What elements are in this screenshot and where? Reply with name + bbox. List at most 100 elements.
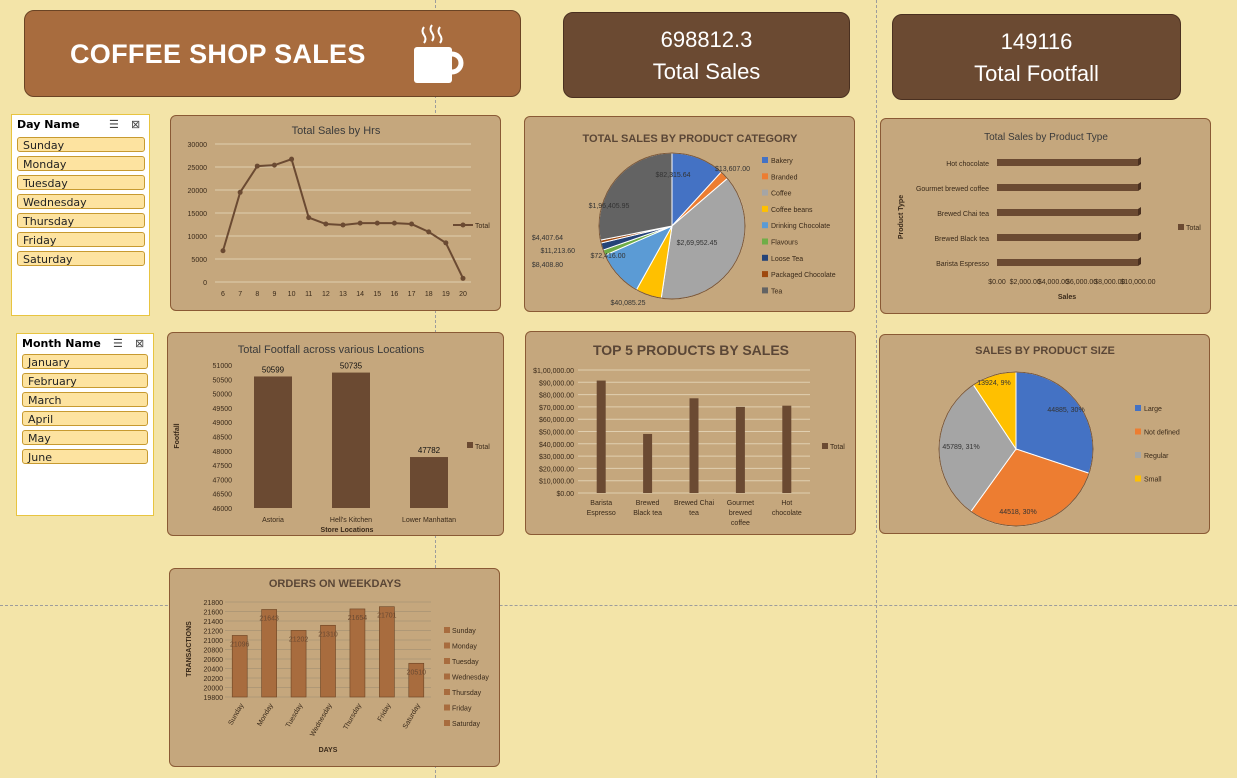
legend-swatch [762, 173, 768, 180]
multi-select-icon[interactable]: ☰ [113, 337, 123, 350]
x-tick-label: Wednesday [309, 702, 334, 738]
clear-filter-icon[interactable]: ⊠ [131, 118, 140, 131]
data-point [340, 222, 346, 228]
bar [997, 234, 1138, 241]
chart-sales-by-category: TOTAL SALES BY PRODUCT CATEGORY $82,315.6… [532, 133, 836, 307]
chart-card-footfall: Total Footfall across various Locations 4… [167, 332, 504, 536]
kpi-value: 149116 [1000, 29, 1073, 54]
bar [261, 609, 277, 698]
clear-filter-icon[interactable]: ⊠ [135, 337, 144, 350]
y-tick-label: 50000 [213, 392, 233, 399]
bar [643, 433, 653, 493]
slicer-item-monday[interactable]: Monday [17, 156, 145, 171]
bar-depth [1138, 232, 1141, 241]
day-name-slicer[interactable]: Day Name ☰ ⊠ Sunday Monday Tuesday Wedne… [11, 114, 150, 316]
x-tick-label: Saturday [402, 702, 422, 730]
page-guide-line [876, 0, 877, 778]
x-tick-label: 18 [425, 291, 433, 298]
legend-label: Saturday [452, 721, 481, 728]
bar-depth [1138, 207, 1141, 216]
data-label: $13,607.00 [715, 166, 750, 173]
data-label: 44885, 30% [1047, 407, 1084, 414]
slicer-item-thursday[interactable]: Thursday [17, 213, 145, 228]
legend-swatch [444, 720, 450, 726]
chart-title: TOP 5 PRODUCTS BY SALES [593, 342, 789, 358]
legend-swatch [444, 642, 450, 649]
x-tick-label: 11 [305, 291, 312, 298]
slicer-item-sunday[interactable]: Sunday [17, 137, 145, 152]
slicer-item-june[interactable]: June [22, 449, 148, 464]
bar [997, 159, 1138, 166]
chart-card-weekdays: ORDERS ON WEEKDAYS 19800 20000 20200 20400 20… [169, 568, 500, 767]
slicer-item-february[interactable]: February [22, 373, 148, 388]
legend-swatch [762, 238, 768, 245]
data-label: 21202 [289, 636, 309, 643]
x-tick-label: $2,000.00 [1010, 279, 1041, 286]
bar [410, 457, 448, 508]
data-point [374, 220, 380, 226]
slicer-title: Month Name [22, 337, 101, 350]
data-label: 21701 [377, 613, 397, 620]
y-tick-label: Barista Espresso [936, 261, 989, 268]
x-axis-label: Sales [1058, 294, 1076, 301]
chart-orders-on-weekdays: ORDERS ON WEEKDAYS 19800 20000 20200 20400 20… [186, 578, 489, 754]
data-point [289, 156, 295, 162]
data-point [443, 240, 449, 246]
slicer-item-friday[interactable]: Friday [17, 232, 145, 247]
slicer-item-april[interactable]: April [22, 411, 148, 426]
multi-select-icon[interactable]: ☰ [109, 118, 119, 131]
legend-swatch [444, 627, 450, 633]
y-tick-label: 20600 [204, 657, 224, 664]
slicer-item-march[interactable]: March [22, 392, 148, 407]
y-tick-label: 5000 [191, 257, 207, 264]
legend-label: Total [475, 444, 490, 451]
bar [997, 209, 1138, 216]
y-tick-label: 21800 [204, 600, 224, 607]
slicer-item-may[interactable]: May [22, 430, 148, 445]
x-tick-label: Monday [256, 702, 275, 727]
data-label: 20510 [407, 669, 427, 676]
data-label: $40,085.25 [610, 300, 645, 307]
data-point [323, 221, 329, 227]
y-tick-label: 21400 [204, 619, 224, 626]
y-tick-label: 51000 [213, 363, 233, 370]
legend-label: Branded [771, 174, 798, 181]
bar [349, 608, 366, 698]
pie-slice [598, 152, 673, 241]
x-tick-label: 6 [221, 291, 225, 298]
slicer-item-wednesday[interactable]: Wednesday [17, 194, 145, 209]
legend-label: Coffee beans [771, 207, 813, 214]
data-point [220, 248, 226, 254]
data-label: 45789, 31% [942, 444, 979, 451]
coffee-cup-icon [414, 24, 464, 83]
legend-label: Total [830, 444, 845, 451]
x-tick-label: coffee [731, 520, 750, 527]
x-tick-label: 20 [459, 291, 467, 298]
bar [997, 184, 1138, 191]
y-axis-label: TRANSACTIONS [186, 621, 193, 677]
data-label: 47782 [418, 446, 441, 455]
data-label: $11,213.60 [540, 248, 575, 255]
x-tick-label: Tuesday [285, 702, 305, 729]
x-tick-label: 7 [238, 291, 242, 298]
legend-label: Drinking Chocolate [771, 223, 830, 230]
y-tick-label: 20400 [204, 667, 224, 674]
y-tick-label: $1,00,000.00 [533, 368, 574, 375]
legend-swatch [762, 205, 768, 212]
x-axis-label: Store Locations [321, 527, 374, 534]
slicer-item-saturday[interactable]: Saturday [17, 251, 145, 266]
y-tick-label: Hot chocolate [946, 161, 989, 168]
y-tick-label: 20000 [204, 686, 224, 693]
x-tick-label: chocolate [772, 510, 802, 517]
x-tick-label: Brewed Chai [674, 500, 715, 507]
x-tick-label: Thursday [343, 702, 364, 731]
slicer-item-january[interactable]: January [22, 354, 148, 369]
x-tick-label: Astoria [262, 517, 284, 524]
y-tick-label: $60,000.00 [539, 417, 574, 424]
x-tick-label: $4,000.00 [1038, 279, 1069, 286]
month-name-slicer[interactable]: Month Name ☰ ⊠ January February March Ap… [16, 333, 154, 516]
slicer-item-tuesday[interactable]: Tuesday [17, 175, 145, 190]
x-axis-label: DAYS [319, 747, 338, 754]
y-tick-label: $10,000.00 [539, 479, 574, 486]
y-tick-label: 46500 [213, 492, 233, 499]
